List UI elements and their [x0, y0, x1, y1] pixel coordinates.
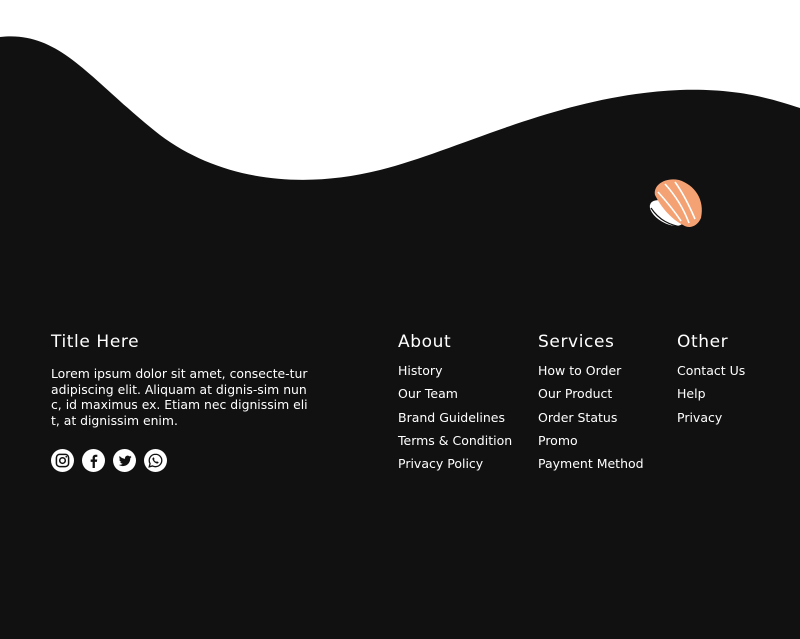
sushi-icon [645, 175, 705, 233]
twitter-icon[interactable] [113, 449, 136, 472]
footer-link-our-product[interactable]: Our Product [538, 386, 644, 402]
footer-link-help[interactable]: Help [677, 386, 745, 402]
footer-column-about: About History Our Team Brand Guidelines … [398, 330, 512, 479]
facebook-icon[interactable] [82, 449, 105, 472]
brand-title: Title Here [51, 332, 140, 352]
other-heading: Other [677, 332, 729, 352]
brand-description: Lorem ipsum dolor sit amet, consecte-tur… [51, 366, 308, 428]
footer-link-privacy-policy[interactable]: Privacy Policy [398, 456, 512, 472]
footer-link-brand-guidelines[interactable]: Brand Guidelines [398, 410, 512, 426]
footer-link-privacy[interactable]: Privacy [677, 410, 745, 426]
instagram-icon[interactable] [51, 449, 74, 472]
footer-link-our-team[interactable]: Our Team [398, 386, 512, 402]
footer-link-order-status[interactable]: Order Status [538, 410, 644, 426]
footer-link-terms-condition[interactable]: Terms & Condition [398, 433, 512, 449]
footer-brand: Title Here Lorem ipsum dolor sit amet, c… [51, 330, 351, 428]
footer-link-contact-us[interactable]: Contact Us [677, 363, 745, 379]
about-heading: About [398, 332, 452, 352]
footer-link-promo[interactable]: Promo [538, 433, 644, 449]
services-heading: Services [538, 332, 615, 352]
about-links: History Our Team Brand Guidelines Terms … [398, 363, 512, 472]
other-links: Contact Us Help Privacy [677, 363, 745, 426]
footer-column-other: Other Contact Us Help Privacy [677, 330, 745, 433]
footer-link-history[interactable]: History [398, 363, 512, 379]
footer-link-how-to-order[interactable]: How to Order [538, 363, 644, 379]
footer-wave-background [0, 36, 800, 639]
services-links: How to Order Our Product Order Status Pr… [538, 363, 644, 472]
footer-column-services: Services How to Order Our Product Order … [538, 330, 644, 479]
footer-link-payment-method[interactable]: Payment Method [538, 456, 644, 472]
social-links [51, 449, 167, 472]
whatsapp-icon[interactable] [144, 449, 167, 472]
